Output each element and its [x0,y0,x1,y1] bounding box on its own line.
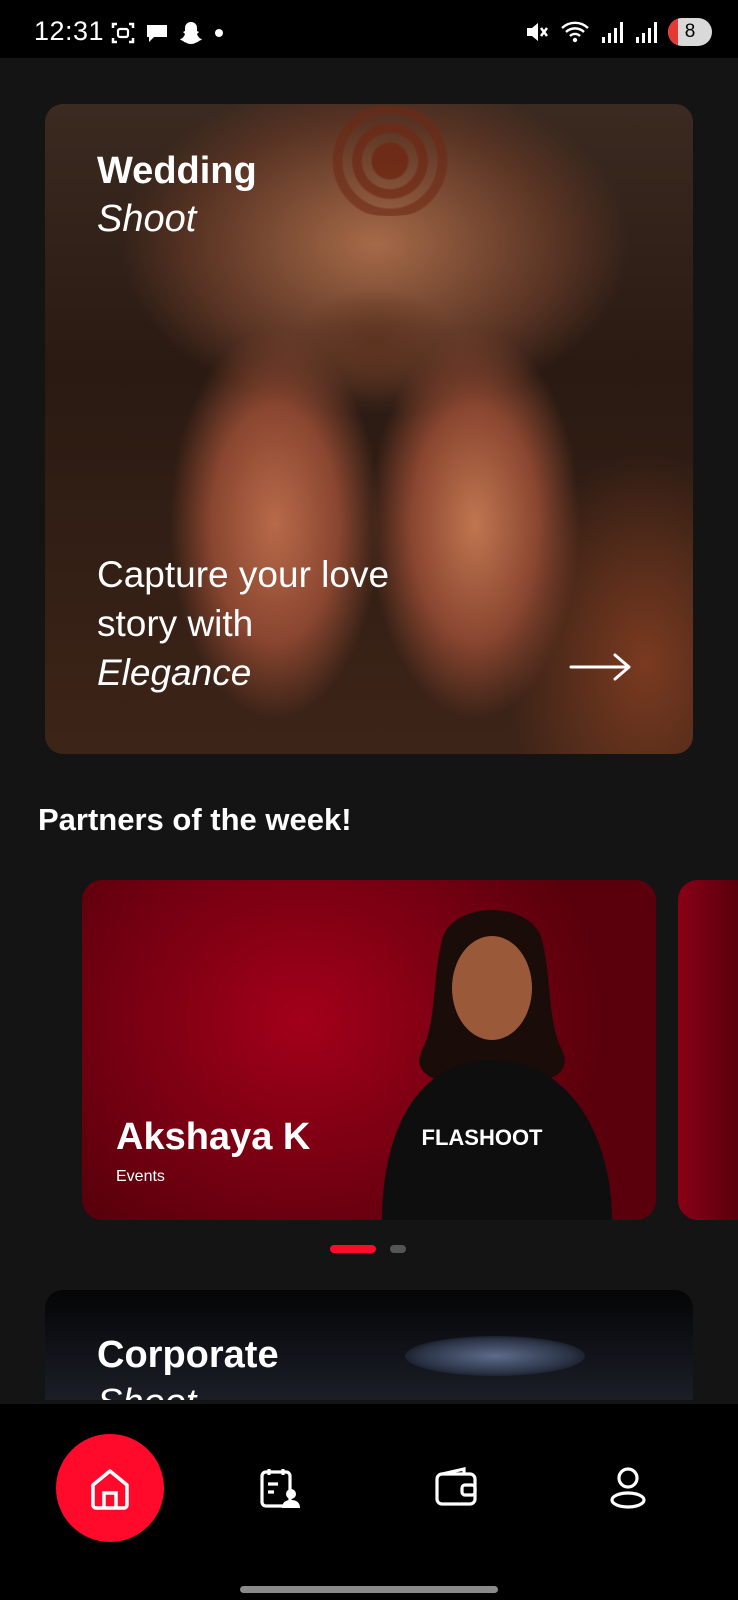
hero-image-decoration [310,106,470,216]
wifi-icon [561,21,589,43]
carousel-pager [330,1245,406,1253]
next-partner-card[interactable] [678,880,738,1220]
nav-wallet-button[interactable] [432,1464,480,1512]
partner-card[interactable]: FLASHOOT Akshaya K Events [82,880,656,1220]
nav-profile-button[interactable] [604,1464,652,1512]
corporate-subtitle: Shoot [97,1382,196,1400]
dot-icon [215,29,223,37]
partners-section-title: Partners of the week! [38,802,352,837]
hero-tagline: Capture your love story with Elegance [97,550,417,697]
snapchat-icon [180,22,202,44]
pager-dot-active[interactable] [330,1245,376,1253]
screenshot-icon [111,22,135,44]
corporate-shoot-card[interactable]: Corporate Shoot [45,1290,693,1400]
battery-indicator: 8 [668,18,712,46]
corporate-title: Corporate [97,1334,279,1376]
mute-icon [527,23,548,41]
partner-category: Events [116,1168,165,1185]
partner-photo: FLASHOOT [382,910,612,1220]
signal-icon [636,22,657,43]
arrow-right-icon[interactable] [569,652,633,682]
wedding-shoot-card[interactable]: Wedding Shoot Capture your love story wi… [45,104,693,754]
status-system-icons: 8 [524,18,712,46]
hero-subtitle: Shoot [97,198,197,240]
home-icon [91,1469,129,1510]
partner-name: Akshaya K [116,1116,311,1158]
battery-level: 8 [684,21,696,42]
signal-icon [602,22,623,43]
system-home-indicator[interactable] [240,1586,498,1593]
bottom-navigation [0,1404,738,1600]
bookings-icon [260,1469,300,1508]
partner-shirt-brand: FLASHOOT [422,1125,544,1150]
nav-home-button[interactable] [56,1434,164,1542]
corporate-image-decoration [405,1336,585,1376]
status-bar: 12:31 8 [0,0,738,58]
status-notification-icons [110,20,226,46]
nav-bookings-button[interactable] [256,1464,304,1512]
chat-icon [147,25,167,42]
wallet-icon [435,1466,477,1506]
profile-icon [610,1467,646,1509]
hero-title: Wedding [97,150,257,192]
hero-tagline-text: Capture your love story with [97,554,390,644]
hero-tagline-emphasis: Elegance [97,652,252,693]
pager-dot[interactable] [390,1245,406,1253]
status-time: 12:31 [34,16,105,46]
